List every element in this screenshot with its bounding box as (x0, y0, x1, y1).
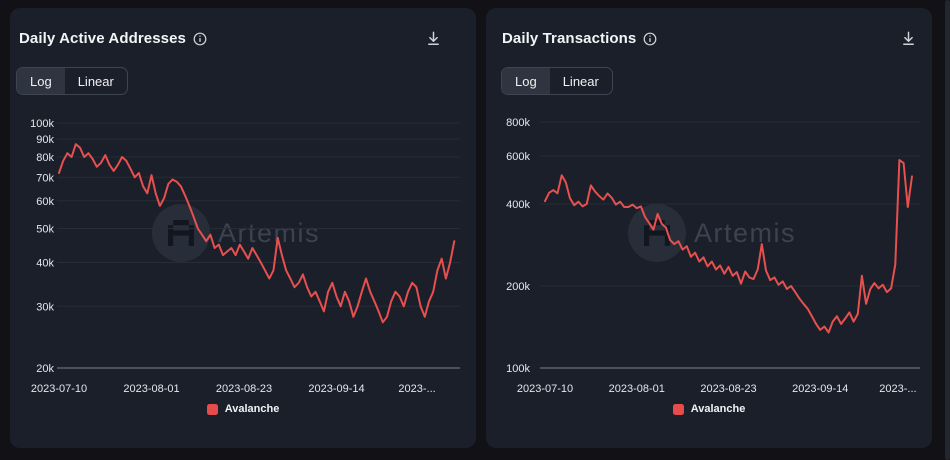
y-tick-label: 30k (36, 301, 54, 313)
x-tick-label: 2023-09-14 (308, 383, 364, 395)
daily-transactions-panel: Daily Transactions Log Linear Artemis 80… (486, 8, 932, 448)
daily-active-addresses-panel: Daily Active Addresses Log Linear Artemi… (10, 8, 476, 448)
panel-header: Daily Transactions (502, 30, 657, 47)
y-tick-label: 60k (36, 196, 54, 208)
y-tick-label: 100k (506, 363, 530, 375)
chart-legend[interactable]: Avalanche (10, 403, 476, 415)
avalanche-swatch-icon (672, 403, 684, 415)
y-tick-label: 50k (36, 224, 54, 236)
y-tick-label: 200k (506, 281, 530, 293)
linear-toggle-button[interactable]: Linear (550, 68, 612, 94)
y-tick-label: 70k (36, 172, 54, 184)
log-toggle-button[interactable]: Log (502, 68, 550, 94)
avalanche-swatch-icon (206, 403, 218, 415)
scale-toggle: Log Linear (501, 67, 613, 95)
x-tick-label: 2023-08-23 (216, 383, 272, 395)
page-title: Daily Transactions (502, 30, 637, 47)
legend-label: Avalanche (224, 403, 280, 415)
x-tick-label: 2023-08-01 (609, 383, 665, 395)
info-icon[interactable] (643, 32, 657, 46)
x-tick-label: 2023-... (398, 383, 435, 395)
panel-header: Daily Active Addresses (19, 30, 207, 47)
x-tick-label: 2023-... (879, 383, 916, 395)
download-icon (428, 31, 439, 45)
download-button[interactable] (898, 28, 919, 52)
linear-toggle-button[interactable]: Linear (65, 68, 127, 94)
legend-label: Avalanche (690, 403, 746, 415)
log-toggle-button[interactable]: Log (17, 68, 65, 94)
scrollbar[interactable] (945, 0, 950, 460)
info-icon[interactable] (193, 32, 207, 46)
x-tick-label: 2023-07-10 (517, 383, 573, 395)
scale-toggle: Log Linear (16, 67, 128, 95)
x-tick-label: 2023-08-23 (700, 383, 756, 395)
x-tick-label: 2023-09-14 (792, 383, 848, 395)
avalanche-series-line (58, 143, 456, 324)
y-tick-label: 90k (36, 134, 54, 146)
y-tick-label: 20k (36, 363, 54, 375)
download-icon (903, 31, 914, 45)
x-tick-label: 2023-08-01 (123, 383, 179, 395)
chart-legend[interactable]: Avalanche (486, 403, 932, 415)
x-tick-label: 2023-07-10 (31, 383, 87, 395)
y-tick-label: 80k (36, 152, 54, 164)
y-tick-label: 600k (506, 151, 530, 163)
page-title: Daily Active Addresses (19, 30, 187, 47)
y-tick-label: 100k (30, 118, 54, 130)
y-tick-label: 40k (36, 257, 54, 269)
download-button[interactable] (423, 28, 444, 52)
avalanche-series-line (544, 159, 913, 334)
y-tick-label: 400k (506, 199, 530, 211)
y-tick-label: 800k (506, 117, 530, 129)
